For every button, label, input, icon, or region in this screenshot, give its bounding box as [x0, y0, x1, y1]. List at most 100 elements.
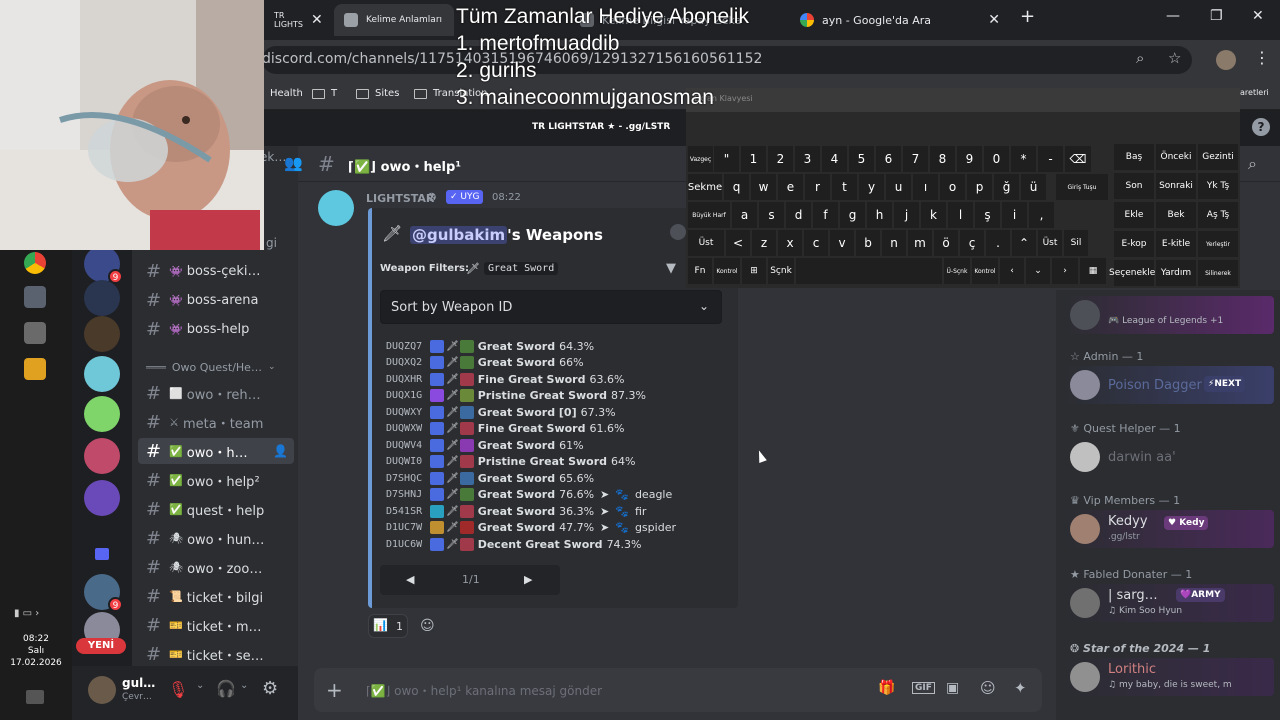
member-row[interactable]: Kedyy .gg/lstr ♥ Kedy: [1064, 510, 1274, 548]
keyboard-key[interactable]: Fn: [688, 258, 712, 284]
member-row[interactable]: Lorithic ♫ my baby, die is sweet, m: [1064, 658, 1274, 696]
keyboard-key[interactable]: 0: [984, 146, 1009, 172]
profile-avatar[interactable]: [1216, 50, 1236, 70]
channel-owo-zoo[interactable]: # 🕷 owo・zoo…: [138, 554, 294, 580]
keyboard-key[interactable]: f: [813, 202, 838, 228]
bookmark-folder[interactable]: Sites: [356, 88, 399, 99]
other-bookmarks[interactable]: aretleri: [1240, 88, 1269, 97]
keyboard-key[interactable]: Giriş Tuşu: [1056, 174, 1108, 200]
gift-icon[interactable]: 🎁: [878, 680, 895, 696]
keyboard-key[interactable]: Üst: [1038, 230, 1062, 256]
keyboard-key[interactable]: v: [830, 230, 854, 256]
keyboard-key[interactable]: Seçenekler: [1109, 260, 1159, 286]
keyboard-key[interactable]: w: [751, 174, 776, 200]
server-icon[interactable]: 9: [84, 574, 123, 612]
server-icon[interactable]: [84, 280, 120, 316]
member-row[interactable]: 🎮 League of Legends +1: [1064, 296, 1274, 334]
channel-boss-arena[interactable]: # 👾 boss-arena: [138, 287, 294, 313]
channel-quest-help[interactable]: # ✅ quest・help: [138, 496, 294, 522]
category-owo-quest[interactable]: ═══ Owo Quest/He… ⌄: [138, 354, 294, 380]
user-mention[interactable]: @gulbakim: [410, 226, 508, 244]
headphones-icon[interactable]: 🎧: [216, 679, 236, 698]
bookmark-folder[interactable]: T: [312, 88, 337, 99]
server-icon[interactable]: [84, 356, 120, 392]
add-reaction-icon[interactable]: ☺: [420, 618, 435, 634]
keyboard-key[interactable]: o: [940, 174, 965, 200]
member-row[interactable]: | sarg… ♫ Kim Soo Hyun 💜ARMY: [1064, 584, 1274, 622]
bookmark-health[interactable]: Health: [270, 88, 303, 99]
avatar[interactable]: [318, 190, 354, 226]
server-icon[interactable]: [84, 316, 120, 352]
keyboard-key[interactable]: d: [786, 202, 811, 228]
channel-ticket-bilgi[interactable]: # 📜 ticket・bilgi: [138, 583, 294, 609]
keyboard-key[interactable]: 8: [930, 146, 955, 172]
message-input[interactable]: ⌈✅⌋ owo・help¹ kanalına mesaj gönder: [366, 682, 602, 699]
previous-page-icon[interactable]: ◀: [406, 573, 414, 586]
sort-select[interactable]: Sort by Weapon ID ⌄: [380, 290, 722, 324]
chevron-down-icon[interactable]: ⌄: [240, 680, 248, 691]
chevron-down-icon[interactable]: ⌄: [196, 680, 204, 691]
keyboard-key[interactable]: 2: [768, 146, 793, 172]
keyboard-key[interactable]: ": [714, 146, 739, 172]
keyboard-key[interactable]: ö: [934, 230, 958, 256]
keyboard-key[interactable]: -: [1038, 146, 1063, 172]
keyboard-key[interactable]: Sekme: [688, 174, 722, 200]
keyboard-key[interactable]: m: [908, 230, 932, 256]
keyboard-key[interactable]: t: [832, 174, 857, 200]
chrome-taskbar-icon[interactable]: [24, 252, 46, 274]
channel-boss-ceki[interactable]: # 👾 boss-çeki…: [138, 258, 294, 284]
app-taskbar-icon[interactable]: [24, 322, 46, 344]
keyboard-key[interactable]: Büyük Harf: [688, 202, 730, 228]
channel-owo-reh[interactable]: # ⬜ owo・reh…: [138, 380, 294, 406]
add-member-icon[interactable]: 👤: [273, 444, 288, 458]
channel-boss-help[interactable]: # 👾 boss-help: [138, 316, 294, 342]
channel-owo-help1[interactable]: # ✅ owo・h… 👤: [138, 438, 294, 464]
keyboard-key[interactable]: Ü-Sçnk: [944, 258, 970, 284]
keyboard-key[interactable]: Kontrol: [972, 258, 998, 284]
keyboard-key[interactable]: ı: [913, 174, 938, 200]
keyboard-key[interactable]: Son: [1114, 173, 1154, 199]
server-icon[interactable]: [84, 438, 120, 474]
notification-icon[interactable]: [26, 690, 44, 704]
keyboard-key[interactable]: a: [732, 202, 757, 228]
keyboard-key[interactable]: q: [724, 174, 749, 200]
help-icon[interactable]: ?: [1252, 118, 1270, 136]
keyboard-key[interactable]: ,: [1029, 202, 1054, 228]
emoji-icon[interactable]: ☺: [980, 679, 996, 697]
sticker-icon[interactable]: ▣: [946, 680, 959, 696]
channel-ticket-m[interactable]: # 🎫 ticket・m…: [138, 612, 294, 638]
new-unreads-pill[interactable]: YENİ: [76, 638, 126, 654]
bookmark-star-icon[interactable]: ☆: [1168, 49, 1181, 67]
keyboard-key[interactable]: 3: [795, 146, 820, 172]
tray-icons[interactable]: ▮ ▭ ›: [14, 608, 39, 619]
keyboard-key[interactable]: y: [859, 174, 884, 200]
chrome-menu-icon[interactable]: ⋮: [1254, 48, 1270, 67]
close-tab-icon[interactable]: ✕: [988, 12, 1000, 28]
keyboard-key[interactable]: ç: [960, 230, 984, 256]
channel-owo-hun[interactable]: # 🕷 owo・hun…: [138, 525, 294, 551]
keyboard-key[interactable]: Önceki: [1156, 144, 1196, 170]
filter-icon[interactable]: ▼: [666, 261, 676, 276]
keyboard-key[interactable]: <: [726, 230, 750, 256]
keyboard-key[interactable]: p: [967, 174, 992, 200]
keyboard-key[interactable]: Sçnk: [768, 258, 794, 284]
keyboard-key[interactable]: ›: [1052, 258, 1078, 284]
keyboard-key[interactable]: e: [778, 174, 803, 200]
server-icon[interactable]: [84, 396, 120, 432]
keyboard-key[interactable]: 9: [957, 146, 982, 172]
keyboard-key[interactable]: g: [840, 202, 865, 228]
avatar[interactable]: [88, 676, 116, 704]
keyboard-key[interactable]: ⌃: [1012, 230, 1036, 256]
browser-tab[interactable]: ayn - Google'da Ara ✕: [790, 4, 1010, 36]
keyboard-key[interactable]: .: [986, 230, 1010, 256]
restore-icon[interactable]: ❐: [1210, 8, 1223, 24]
gif-icon[interactable]: GIF: [912, 682, 935, 694]
new-tab-button[interactable]: +: [1020, 6, 1035, 27]
gear-icon[interactable]: ⚙: [262, 678, 278, 699]
keyboard-key[interactable]: ş: [975, 202, 1000, 228]
keyboard-key[interactable]: Silinerek: [1198, 260, 1238, 286]
keyboard-key[interactable]: u: [886, 174, 911, 200]
keyboard-key[interactable]: Sonraki: [1156, 173, 1196, 199]
keyboard-key[interactable]: Yk Tş: [1198, 173, 1238, 199]
close-tab-icon[interactable]: ✕: [311, 12, 323, 28]
